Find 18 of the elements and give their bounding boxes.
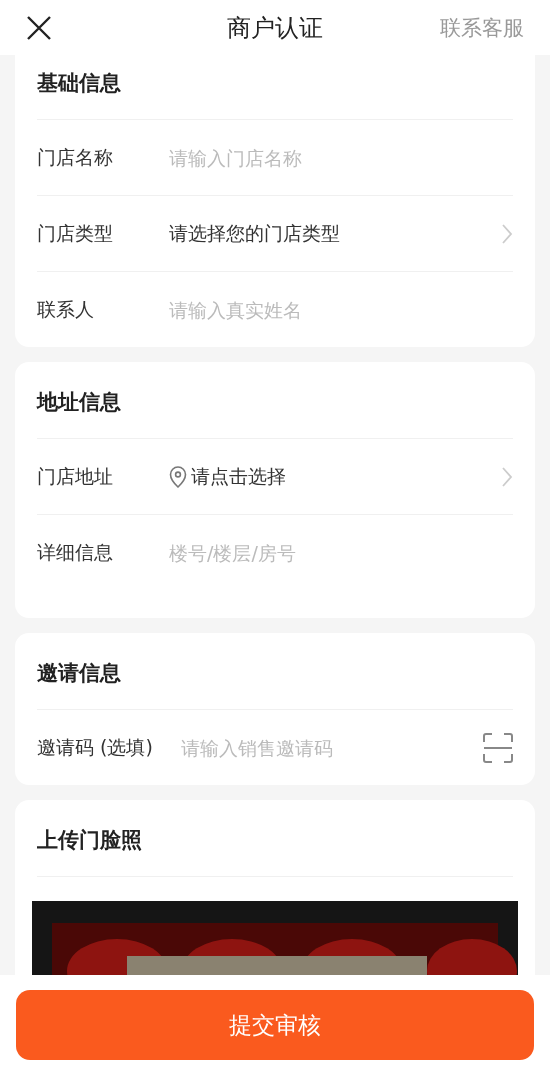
field-label: 门店类型: [37, 220, 114, 246]
field-label: 详细信息: [37, 539, 114, 565]
field-label: 联系人: [37, 296, 95, 322]
chevron-right-icon: [501, 465, 513, 488]
section-title: 地址信息: [37, 362, 513, 439]
location-pin-icon: [169, 465, 187, 488]
chevron-right-icon: [501, 222, 513, 245]
section-title: 邀请信息: [37, 633, 513, 710]
select-field[interactable]: 请点击选择: [169, 463, 513, 490]
close-icon[interactable]: [26, 14, 52, 41]
field-label: 邀请码 (选填): [37, 734, 154, 760]
field-label: 门店地址: [37, 463, 114, 489]
section-title: 基础信息: [37, 55, 513, 120]
page-title: 商户认证: [227, 12, 323, 44]
scan-icon[interactable]: [483, 732, 513, 763]
select-field[interactable]: 请选择您的门店类型: [169, 220, 513, 247]
field-label: 门店名称: [37, 144, 114, 170]
section-title: 上传门脸照: [37, 800, 513, 877]
